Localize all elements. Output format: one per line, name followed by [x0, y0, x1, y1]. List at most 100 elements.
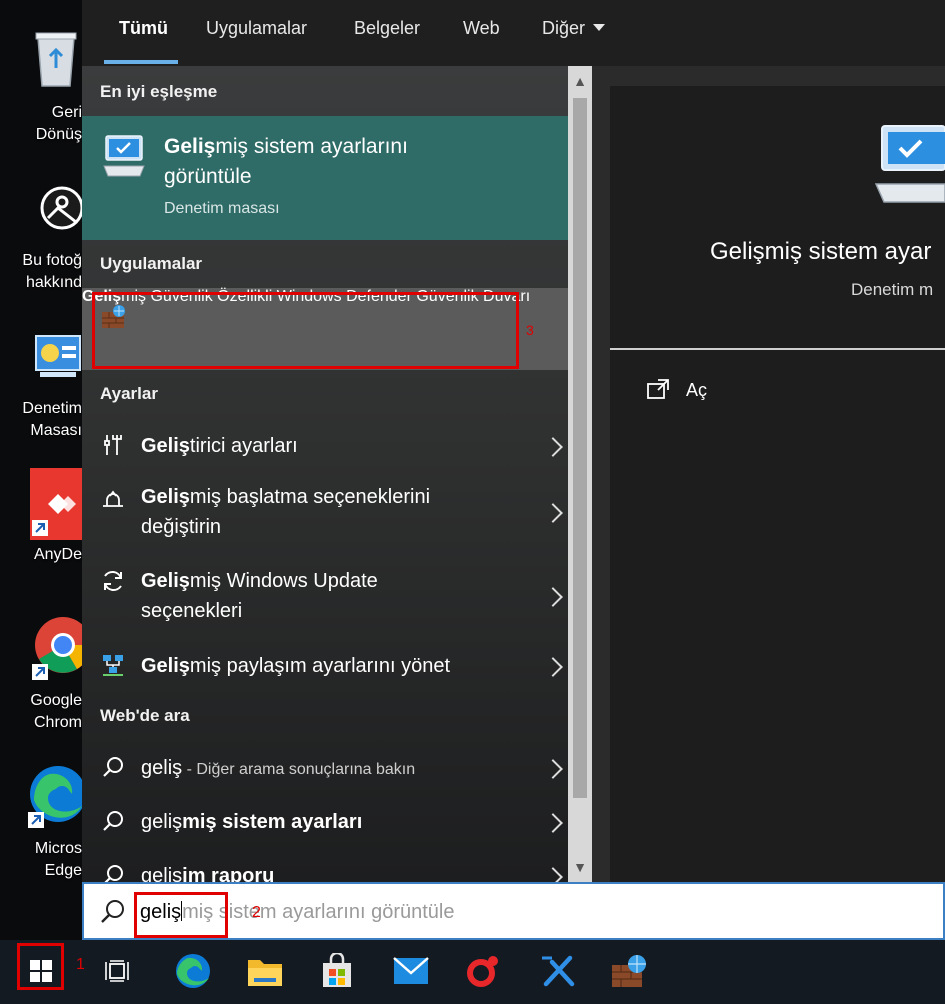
- red-app-icon: [467, 956, 498, 987]
- annotation-number: 3: [526, 322, 534, 338]
- chevron-right-icon[interactable]: [543, 759, 563, 779]
- tab-apps[interactable]: Uygulamalar: [206, 18, 307, 39]
- tab-all[interactable]: Tümü: [119, 18, 168, 39]
- system-settings-icon: [874, 125, 945, 203]
- preview-pane: Gelişmiş sistem ayar Denetim m Aç: [610, 86, 945, 882]
- section-best-match: En iyi eşleşme: [100, 82, 218, 101]
- taskbar-store[interactable]: [314, 948, 360, 994]
- best-match-subtitle: Denetim masası: [164, 200, 280, 217]
- task-view-icon: [105, 960, 129, 982]
- folder-icon: [248, 960, 282, 986]
- chevron-right-icon[interactable]: [543, 867, 563, 882]
- desktop-icon-recycle-bin[interactable]: Geri Dönüş: [0, 28, 82, 148]
- developer-icon: [100, 432, 126, 458]
- settings-result-title: Gelişmiş başlatma seçeneklerini değiştir…: [141, 486, 431, 538]
- chrome-icon: [32, 617, 88, 680]
- settings-result-title: Gelişmiş paylaşım ayarlarını yönet: [141, 655, 451, 677]
- desktop-icon-chrome[interactable]: Google Chrom: [0, 610, 88, 740]
- taskbar-mail[interactable]: [388, 948, 434, 994]
- chevron-right-icon[interactable]: [543, 503, 563, 523]
- chevron-right-icon[interactable]: [543, 437, 563, 457]
- open-icon: [647, 379, 669, 399]
- desktop-icon-label: Geri Dönüş: [35, 104, 82, 143]
- section-settings: Ayarlar: [100, 384, 158, 403]
- anydesk-icon: [30, 468, 82, 540]
- search-panel: Tümü Uygulamalar Belgeler Web Diğer En i…: [82, 0, 945, 882]
- best-match-item[interactable]: Gelişmiş sistem ayarlarını görüntüle Den…: [82, 116, 568, 240]
- task-view-button[interactable]: [94, 948, 140, 994]
- chevron-down-icon: [593, 24, 606, 31]
- scroll-down-icon[interactable]: ▼: [568, 852, 592, 882]
- system-settings-icon: [103, 135, 145, 177]
- settings-result-windows-update[interactable]: Gelişmiş Windows Update seçenekleri: [82, 560, 568, 632]
- preview-divider: [610, 348, 945, 350]
- annotation-number: 1: [76, 956, 85, 973]
- web-result-title: gelişim raporu: [141, 865, 275, 882]
- web-result[interactable]: geliş - Diğer arama sonuçlarına bakın: [82, 746, 568, 790]
- startup-icon: [100, 486, 126, 512]
- results-scrollbar[interactable]: ▲ ▼: [568, 66, 592, 882]
- tab-more-label: Diğer: [542, 18, 586, 38]
- settings-result-title: Gelişmiş Windows Update seçenekleri: [141, 570, 378, 622]
- desktop-icon-label: Micros Edge: [34, 840, 82, 879]
- tab-more[interactable]: Diğer: [542, 18, 606, 39]
- recycle-bin-icon: [35, 32, 77, 87]
- taskbar-file-explorer[interactable]: [242, 948, 288, 994]
- preview-subtitle: Denetim m: [851, 280, 934, 299]
- annotation-box-firewall: [92, 292, 519, 369]
- scroll-thumb[interactable]: [573, 98, 587, 798]
- best-match-title: Gelişmiş sistem ayarlarını görüntüle: [164, 135, 408, 188]
- search-icon: [100, 862, 126, 882]
- web-result-title: geliş - Diğer arama sonuçlarına bakın: [141, 757, 416, 779]
- desktop-icon-anydesk[interactable]: AnyDe: [0, 468, 82, 578]
- open-action[interactable]: Aç: [686, 380, 707, 401]
- store-icon: [323, 953, 351, 987]
- desktop-icon-label: AnyDe: [33, 546, 82, 563]
- section-web: Web'de ara: [100, 706, 190, 725]
- taskbar-app-red[interactable]: [460, 948, 506, 994]
- tab-documents[interactable]: Belgeler: [354, 18, 420, 39]
- desktop-icon-label: Google Chrom: [30, 692, 82, 731]
- chevron-right-icon[interactable]: [543, 813, 563, 833]
- taskbar-firewall[interactable]: [606, 948, 652, 994]
- web-result-title: gelişmiş sistem ayarları: [141, 811, 363, 833]
- settings-result-startup[interactable]: Gelişmiş başlatma seçeneklerini değiştir…: [82, 478, 568, 548]
- desktop-icon-control-panel[interactable]: Denetim Masası: [0, 330, 82, 450]
- settings-result-sharing[interactable]: Gelişmiş paylaşım ayarlarını yönet: [82, 644, 568, 688]
- web-result[interactable]: gelişim raporu: [82, 854, 568, 882]
- taskbar-app-blue[interactable]: [536, 948, 582, 994]
- scroll-up-icon[interactable]: ▲: [568, 66, 592, 96]
- desktop-icon-edge[interactable]: Micros Edge: [0, 760, 84, 890]
- search-tabs: Tümü Uygulamalar Belgeler Web Diğer: [82, 0, 945, 66]
- taskbar: [0, 940, 945, 1004]
- chevron-right-icon[interactable]: [543, 587, 563, 607]
- firewall-icon: [612, 955, 646, 987]
- annotation-box-search: [134, 892, 228, 938]
- taskbar-edge[interactable]: [170, 948, 216, 994]
- control-panel-icon: [35, 335, 81, 377]
- annotation-box-start: [17, 943, 64, 990]
- photo-icon: [40, 186, 84, 230]
- web-result[interactable]: gelişmiş sistem ayarları: [82, 800, 568, 844]
- chevron-right-icon[interactable]: [543, 657, 563, 677]
- settings-result-developer[interactable]: Geliştirici ayarları: [82, 424, 568, 468]
- search-icon: [101, 900, 124, 923]
- desktop-icon-photo[interactable]: Bu fotoğ hakkınd: [0, 180, 84, 300]
- x-app-icon: [542, 955, 575, 987]
- tab-web[interactable]: Web: [463, 18, 500, 39]
- results-list: En iyi eşleşme Gelişmiş sistem ayarların…: [82, 66, 568, 882]
- edge-icon: [28, 766, 84, 828]
- desktop: Geri Dönüş Bu fotoğ hakkınd Denetim Masa…: [0, 0, 88, 940]
- preview-title: Gelişmiş sistem ayar: [710, 238, 932, 265]
- edge-icon: [176, 954, 210, 988]
- annotation-number: 2: [252, 904, 261, 921]
- search-icon: [100, 754, 126, 780]
- desktop-icon-label: Denetim Masası: [22, 400, 82, 439]
- desktop-icon-label: Bu fotoğ hakkınd: [22, 252, 82, 291]
- section-apps: Uygulamalar: [100, 254, 203, 273]
- mail-icon: [393, 957, 429, 984]
- active-tab-indicator: [104, 60, 178, 64]
- screen: Geri Dönüş Bu fotoğ hakkınd Denetim Masa…: [0, 0, 945, 1004]
- sharing-icon: [100, 652, 126, 678]
- search-icon: [100, 808, 126, 834]
